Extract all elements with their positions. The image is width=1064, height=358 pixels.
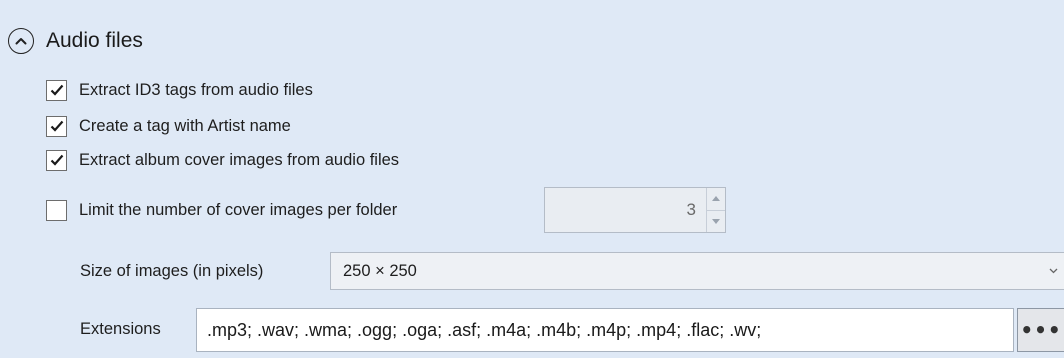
spinner-arrows bbox=[706, 188, 725, 232]
limit-covers-checkbox[interactable] bbox=[46, 199, 67, 221]
extract-cover-checkbox[interactable] bbox=[46, 149, 67, 171]
extract-id3-checkbox[interactable] bbox=[46, 79, 67, 101]
artist-tag-label: Create a tag with Artist name bbox=[79, 116, 291, 135]
cover-limit-spinner[interactable]: 3 bbox=[544, 187, 726, 233]
artist-tag-option[interactable]: Create a tag with Artist name bbox=[46, 114, 291, 138]
checkmark-icon bbox=[50, 84, 63, 96]
limit-covers-label: Limit the number of cover images per fol… bbox=[79, 200, 398, 219]
checkmark-icon bbox=[50, 154, 63, 166]
extract-cover-option[interactable]: Extract album cover images from audio fi… bbox=[46, 148, 399, 172]
spin-down-button[interactable] bbox=[707, 211, 725, 233]
extract-cover-label: Extract album cover images from audio fi… bbox=[79, 150, 400, 169]
chevron-up-circle-icon[interactable] bbox=[8, 28, 34, 54]
extensions-input[interactable] bbox=[196, 308, 1014, 352]
triangle-up-icon bbox=[712, 196, 720, 202]
checkmark-icon bbox=[50, 120, 63, 132]
artist-tag-checkbox[interactable] bbox=[46, 115, 67, 137]
browse-extensions-button[interactable]: ••• bbox=[1017, 308, 1064, 352]
extensions-label: Extensions bbox=[80, 320, 161, 338]
extract-id3-option[interactable]: Extract ID3 tags from audio files bbox=[46, 78, 313, 102]
triangle-down-icon bbox=[712, 218, 720, 224]
spin-up-button[interactable] bbox=[707, 188, 725, 211]
section-title: Audio files bbox=[46, 29, 143, 52]
section-header: Audio files bbox=[8, 24, 143, 58]
extract-id3-label: Extract ID3 tags from audio files bbox=[79, 80, 313, 99]
image-size-value: 250 × 250 bbox=[343, 261, 417, 280]
image-size-label: Size of images (in pixels) bbox=[80, 262, 264, 280]
audio-files-settings-panel: Audio files Extract ID3 tags from audio … bbox=[0, 0, 1064, 358]
chevron-down-icon bbox=[1042, 268, 1064, 274]
limit-covers-option[interactable]: Limit the number of cover images per fol… bbox=[46, 198, 397, 222]
image-size-dropdown[interactable]: 250 × 250 bbox=[330, 252, 1064, 290]
cover-limit-value[interactable]: 3 bbox=[545, 188, 706, 232]
